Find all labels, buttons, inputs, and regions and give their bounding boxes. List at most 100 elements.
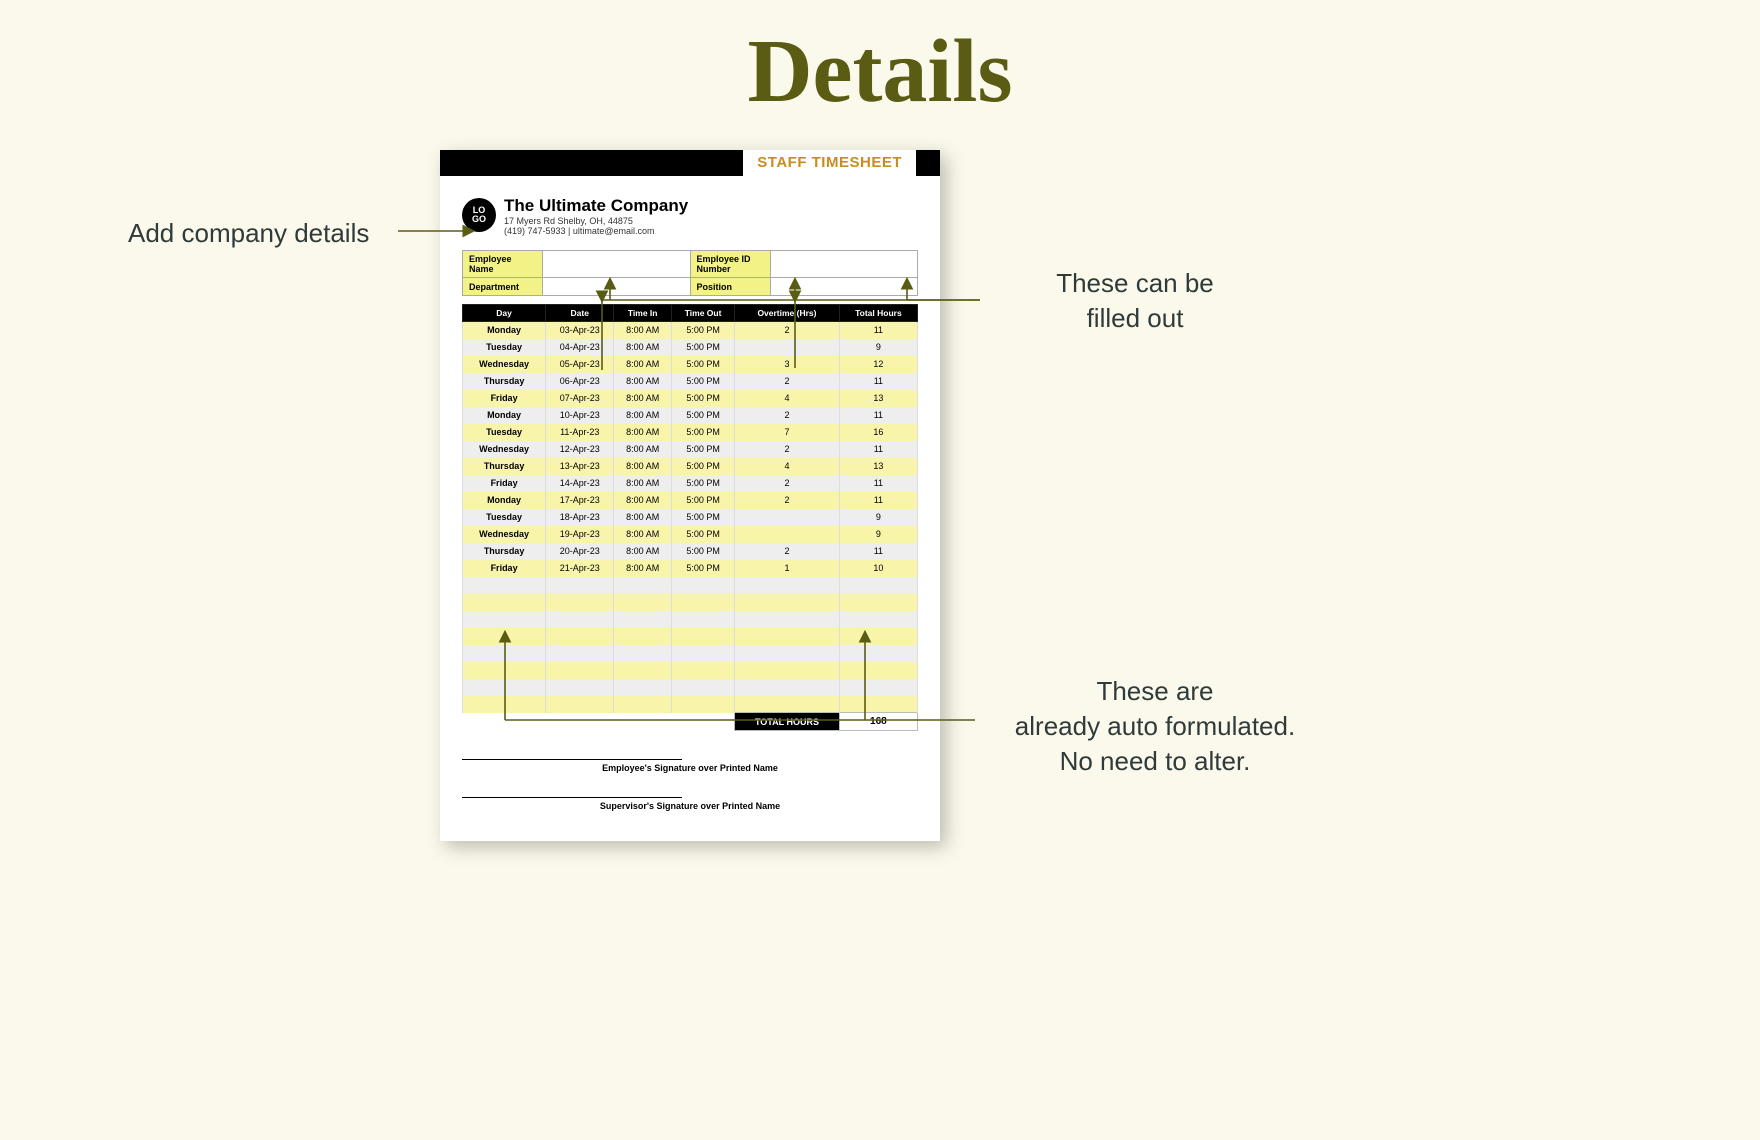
table-row-blank[interactable]: [463, 679, 918, 696]
table-cell: Thursday: [463, 373, 546, 390]
table-cell[interactable]: 8:00 AM: [614, 390, 672, 407]
table-row: Wednesday05-Apr-238:00 AM5:00 PM312: [463, 356, 918, 373]
table-cell[interactable]: 21-Apr-23: [546, 560, 614, 577]
table-cell[interactable]: 5:00 PM: [672, 322, 735, 339]
field-employee-id[interactable]: [770, 251, 918, 278]
table-cell[interactable]: 2: [735, 407, 840, 424]
table-cell[interactable]: 2: [735, 543, 840, 560]
table-cell: Friday: [463, 390, 546, 407]
table-cell[interactable]: 8:00 AM: [614, 526, 672, 543]
table-cell: Tuesday: [463, 509, 546, 526]
table-cell: 11: [839, 475, 917, 492]
employee-signature-line[interactable]: [462, 759, 682, 760]
table-row-blank[interactable]: [463, 577, 918, 594]
supervisor-signature-line[interactable]: [462, 797, 682, 798]
table-cell[interactable]: 5:00 PM: [672, 390, 735, 407]
table-cell[interactable]: 10-Apr-23: [546, 407, 614, 424]
table-cell[interactable]: 8:00 AM: [614, 509, 672, 526]
table-cell[interactable]: 8:00 AM: [614, 339, 672, 356]
table-cell[interactable]: 2: [735, 441, 840, 458]
table-row-blank[interactable]: [463, 628, 918, 645]
table-row: Tuesday04-Apr-238:00 AM5:00 PM9: [463, 339, 918, 356]
column-header: Time In: [614, 305, 672, 322]
table-cell[interactable]: 5:00 PM: [672, 509, 735, 526]
table-cell[interactable]: 8:00 AM: [614, 441, 672, 458]
table-cell[interactable]: 8:00 AM: [614, 407, 672, 424]
employee-signature-label: Employee's Signature over Printed Name: [462, 763, 918, 773]
table-cell[interactable]: [735, 339, 840, 356]
table-cell[interactable]: 11-Apr-23: [546, 424, 614, 441]
table-cell[interactable]: 07-Apr-23: [546, 390, 614, 407]
table-cell[interactable]: 8:00 AM: [614, 373, 672, 390]
table-cell[interactable]: 5:00 PM: [672, 475, 735, 492]
table-cell[interactable]: 03-Apr-23: [546, 322, 614, 339]
table-cell[interactable]: 8:00 AM: [614, 475, 672, 492]
table-cell[interactable]: 5:00 PM: [672, 356, 735, 373]
table-cell[interactable]: 06-Apr-23: [546, 373, 614, 390]
table-cell[interactable]: 8:00 AM: [614, 322, 672, 339]
table-cell[interactable]: 4: [735, 458, 840, 475]
table-cell[interactable]: 19-Apr-23: [546, 526, 614, 543]
table-cell: 16: [839, 424, 917, 441]
field-department[interactable]: [543, 278, 691, 296]
table-cell[interactable]: 5:00 PM: [672, 339, 735, 356]
table-cell[interactable]: 20-Apr-23: [546, 543, 614, 560]
table-cell[interactable]: 17-Apr-23: [546, 492, 614, 509]
table-row-blank[interactable]: [463, 662, 918, 679]
table-cell[interactable]: 04-Apr-23: [546, 339, 614, 356]
table-cell[interactable]: 2: [735, 322, 840, 339]
table-cell[interactable]: 2: [735, 475, 840, 492]
table-cell: Monday: [463, 407, 546, 424]
table-row-blank[interactable]: [463, 645, 918, 662]
table-cell[interactable]: 13-Apr-23: [546, 458, 614, 475]
table-cell[interactable]: [735, 509, 840, 526]
table-row-blank[interactable]: [463, 696, 918, 713]
table-cell[interactable]: 5:00 PM: [672, 560, 735, 577]
table-cell: 13: [839, 458, 917, 475]
table-cell[interactable]: 7: [735, 424, 840, 441]
table-cell[interactable]: 8:00 AM: [614, 356, 672, 373]
table-cell[interactable]: 12-Apr-23: [546, 441, 614, 458]
table-row: Monday10-Apr-238:00 AM5:00 PM211: [463, 407, 918, 424]
table-cell: Monday: [463, 492, 546, 509]
total-hours-value: 168: [839, 713, 917, 731]
table-row: Monday17-Apr-238:00 AM5:00 PM211: [463, 492, 918, 509]
label-employee-id: Employee ID Number: [690, 251, 770, 278]
table-cell[interactable]: 05-Apr-23: [546, 356, 614, 373]
table-cell: 11: [839, 492, 917, 509]
table-cell[interactable]: 8:00 AM: [614, 458, 672, 475]
table-cell[interactable]: 5:00 PM: [672, 526, 735, 543]
table-cell[interactable]: 8:00 AM: [614, 560, 672, 577]
table-cell[interactable]: 8:00 AM: [614, 543, 672, 560]
table-row-blank[interactable]: [463, 611, 918, 628]
company-contact: (419) 747-5933 | ultimate@email.com: [504, 226, 688, 236]
table-cell: 11: [839, 441, 917, 458]
table-cell[interactable]: 5:00 PM: [672, 543, 735, 560]
table-cell[interactable]: 3: [735, 356, 840, 373]
company-address: 17 Myers Rd Shelby, OH, 44875: [504, 216, 688, 226]
table-cell[interactable]: 8:00 AM: [614, 492, 672, 509]
table-cell[interactable]: 5:00 PM: [672, 373, 735, 390]
table-cell[interactable]: 5:00 PM: [672, 492, 735, 509]
total-hours-label: TOTAL HOURS: [735, 713, 840, 731]
table-cell[interactable]: 5:00 PM: [672, 424, 735, 441]
table-cell[interactable]: 18-Apr-23: [546, 509, 614, 526]
table-row: Thursday20-Apr-238:00 AM5:00 PM211: [463, 543, 918, 560]
field-position[interactable]: [770, 278, 918, 296]
table-cell: Wednesday: [463, 526, 546, 543]
table-cell[interactable]: 1: [735, 560, 840, 577]
table-cell[interactable]: 5:00 PM: [672, 407, 735, 424]
callout-auto-formulated: These are already auto formulated. No ne…: [975, 674, 1335, 779]
table-row: Friday21-Apr-238:00 AM5:00 PM110: [463, 560, 918, 577]
table-cell[interactable]: 2: [735, 492, 840, 509]
table-cell[interactable]: 5:00 PM: [672, 441, 735, 458]
table-cell[interactable]: 2: [735, 373, 840, 390]
field-employee-name[interactable]: [543, 251, 691, 278]
table-cell[interactable]: 8:00 AM: [614, 424, 672, 441]
table-row-blank[interactable]: [463, 594, 918, 611]
table-row: Thursday06-Apr-238:00 AM5:00 PM211: [463, 373, 918, 390]
table-cell[interactable]: [735, 526, 840, 543]
table-cell[interactable]: 5:00 PM: [672, 458, 735, 475]
table-cell[interactable]: 4: [735, 390, 840, 407]
table-cell[interactable]: 14-Apr-23: [546, 475, 614, 492]
